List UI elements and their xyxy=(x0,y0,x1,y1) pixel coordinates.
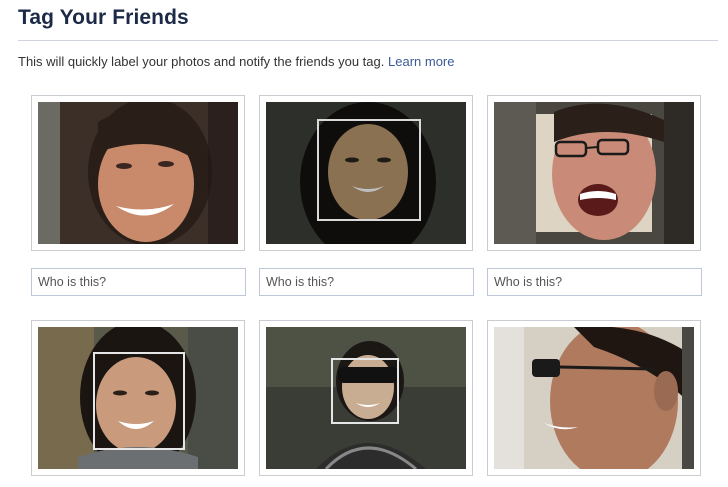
face-photo-4 xyxy=(38,327,238,469)
photo-6 xyxy=(494,327,694,469)
face-photo-3 xyxy=(494,102,694,244)
photo-2 xyxy=(266,102,466,244)
face-photo-6 xyxy=(494,327,694,469)
page-title: Tag Your Friends xyxy=(18,6,189,29)
photo-thumbnail-1[interactable] xyxy=(31,95,245,251)
photo-thumbnail-6[interactable] xyxy=(487,320,701,476)
intro-description: This will quickly label your photos and … xyxy=(18,54,385,69)
photo-thumbnail-2[interactable] xyxy=(259,95,473,251)
photo-5 xyxy=(266,327,466,469)
tag-input-2[interactable] xyxy=(259,268,474,296)
face-photo-2 xyxy=(266,102,466,244)
learn-more-link[interactable]: Learn more xyxy=(388,54,454,69)
tag-input-3[interactable] xyxy=(487,268,702,296)
title-divider xyxy=(18,40,718,41)
photo-thumbnail-5[interactable] xyxy=(259,320,473,476)
intro-text: This will quickly label your photos and … xyxy=(18,54,454,69)
face-photo-5 xyxy=(266,327,466,469)
tag-input-1[interactable] xyxy=(31,268,246,296)
photo-thumbnail-4[interactable] xyxy=(31,320,245,476)
photo-1 xyxy=(38,102,238,244)
photo-thumbnail-3[interactable] xyxy=(487,95,701,251)
photo-4 xyxy=(38,327,238,469)
face-photo-1 xyxy=(38,102,238,244)
photo-3 xyxy=(494,102,694,244)
